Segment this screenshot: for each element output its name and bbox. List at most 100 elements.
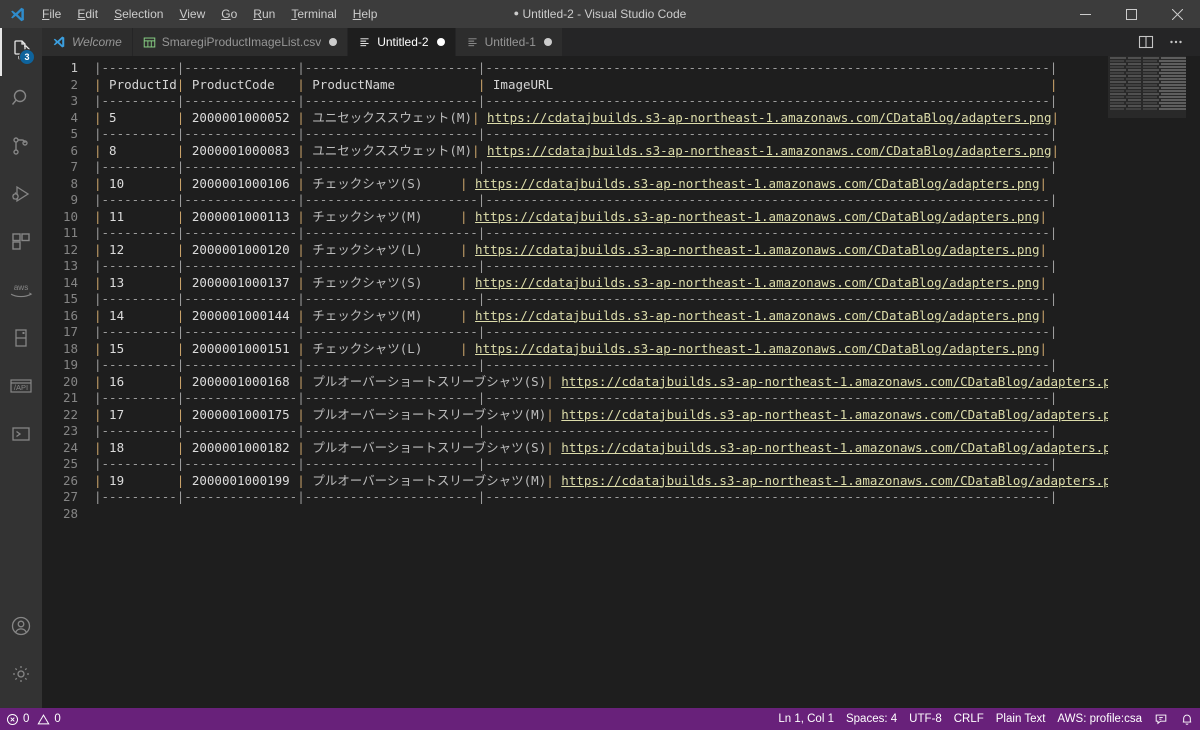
line-number: 25 [42, 456, 94, 473]
code-line: |----------|---------------|------------… [94, 258, 1200, 275]
warning-triangle-icon [37, 713, 50, 726]
status-indentation[interactable]: Spaces: 4 [840, 708, 903, 730]
error-circle-icon [6, 713, 19, 726]
menu-item-help[interactable]: Help [345, 0, 386, 28]
status-problems[interactable]: 0 0 [0, 708, 67, 730]
line-number: 16 [42, 308, 94, 325]
status-language-mode[interactable]: Plain Text [990, 708, 1052, 730]
sidebar-item-aws[interactable]: aws [0, 268, 42, 316]
menu-item-edit[interactable]: Edit [69, 0, 106, 28]
plaintext-icon [466, 36, 479, 49]
sidebar-item-explorer[interactable]: 3 [0, 28, 42, 76]
split-editor-icon[interactable] [1132, 28, 1160, 56]
menu-item-go[interactable]: Go [213, 0, 245, 28]
code-line: | 8 | 2000001000083 | ユニセックススウェット(M)| ht… [94, 143, 1200, 160]
editor-toolbar [1132, 28, 1200, 56]
line-numbers: 1234567891011121314151617181920212223242… [42, 56, 94, 708]
sidebar-item-database[interactable] [0, 316, 42, 364]
menu-item-run[interactable]: Run [245, 0, 283, 28]
status-bar: 0 0 Ln 1, Col 1Spaces: 4UTF-8CRLFPlain T… [0, 708, 1200, 730]
accounts-button[interactable] [0, 604, 42, 652]
code-content[interactable]: |----------|---------------|------------… [94, 56, 1200, 708]
source-control-icon [9, 134, 33, 163]
sidebar-item-run-debug[interactable] [0, 172, 42, 220]
gear-icon [9, 662, 33, 691]
code-line: |----------|---------------|------------… [94, 423, 1200, 440]
bell-icon [1180, 712, 1194, 726]
ellipsis-icon[interactable] [1162, 28, 1190, 56]
editor-tab-untitled-2[interactable]: Untitled-2 [348, 28, 455, 56]
code-line: | 19 | 2000001000199 | プルオーバーショートスリーブシャツ… [94, 473, 1200, 490]
code-line: | 16 | 2000001000168 | プルオーバーショートスリーブシャツ… [94, 374, 1200, 391]
line-number: 15 [42, 291, 94, 308]
line-number: 13 [42, 258, 94, 275]
code-line: |----------|---------------|------------… [94, 357, 1200, 374]
svg-text:/API: /API [14, 383, 28, 392]
status-feedback[interactable] [1148, 708, 1174, 730]
activity-bar: 3 [0, 28, 42, 708]
code-line: | ProductId| ProductCode | ProductName |… [94, 77, 1200, 94]
code-line: |----------|---------------|------------… [94, 225, 1200, 242]
menu-item-view[interactable]: View [171, 0, 213, 28]
vertical-scrollbar[interactable] [1186, 56, 1200, 708]
explorer-badge: 3 [19, 49, 35, 65]
window-title-text: Untitled-2 - Visual Studio Code [522, 7, 686, 21]
line-number: 19 [42, 357, 94, 374]
line-number: 11 [42, 225, 94, 242]
menu-item-selection[interactable]: Selection [106, 0, 171, 28]
line-number: 18 [42, 341, 94, 358]
database-icon [9, 326, 33, 355]
tab-dirty-indicator[interactable] [437, 38, 445, 46]
line-number: 8 [42, 176, 94, 193]
line-number: 2 [42, 77, 94, 94]
tab-dirty-indicator[interactable] [544, 38, 552, 46]
editor-tab-untitled-1[interactable]: Untitled-1 [456, 28, 563, 56]
window-controls [1062, 0, 1200, 28]
code-line: |----------|---------------|------------… [94, 390, 1200, 407]
sidebar-item-api[interactable]: /API [0, 364, 42, 412]
line-number: 1 [42, 60, 94, 77]
editor-tabs-bar: WelcomeSmaregiProductImageList.csv Untitl… [42, 28, 1200, 56]
sidebar-item-search[interactable] [0, 76, 42, 124]
status-bar-right: Ln 1, Col 1Spaces: 4UTF-8CRLFPlain TextA… [772, 708, 1200, 730]
manage-settings-button[interactable] [0, 652, 42, 700]
maximize-button[interactable] [1108, 0, 1154, 28]
title-dirty-dot: ● [514, 8, 519, 18]
title-bar: FileEditSelectionViewGoRunTerminalHelp ●… [0, 0, 1200, 28]
code-line: |----------|---------------|------------… [94, 489, 1200, 506]
menu-bar: FileEditSelectionViewGoRunTerminalHelp [34, 0, 385, 28]
menu-item-terminal[interactable]: Terminal [283, 0, 344, 28]
feedback-icon [1154, 712, 1168, 726]
close-button[interactable] [1154, 0, 1200, 28]
code-line: |----------|---------------|------------… [94, 291, 1200, 308]
search-icon [9, 86, 33, 115]
code-line: |----------|---------------|------------… [94, 456, 1200, 473]
status-encoding[interactable]: UTF-8 [903, 708, 948, 730]
line-number: 5 [42, 126, 94, 143]
editor-tab-welcome[interactable]: Welcome [42, 28, 133, 56]
extensions-icon [9, 230, 33, 259]
sidebar-item-extensions[interactable] [0, 220, 42, 268]
code-line: | 5 | 2000001000052 | ユニセックススウェット(M)| ht… [94, 110, 1200, 127]
sidebar-item-source-control[interactable] [0, 124, 42, 172]
status-cursor-position[interactable]: Ln 1, Col 1 [772, 708, 840, 730]
editor-tab-label: Untitled-2 [377, 35, 428, 49]
minimize-button[interactable] [1062, 0, 1108, 28]
code-line: | 18 | 2000001000182 | プルオーバーショートスリーブシャツ… [94, 440, 1200, 457]
menu-item-file[interactable]: File [34, 0, 69, 28]
status-notifications[interactable] [1174, 708, 1200, 730]
text-editor[interactable]: 1234567891011121314151617181920212223242… [42, 56, 1200, 708]
code-line: | 14 | 2000001000144 | チェックシャツ(M) | http… [94, 308, 1200, 325]
code-line: |----------|---------------|------------… [94, 93, 1200, 110]
sidebar-item-terminal[interactable] [0, 412, 42, 460]
error-count: 0 [23, 713, 29, 725]
editor-tab-smaregiproductimagelist-csv[interactable]: SmaregiProductImageList.csv [133, 28, 348, 56]
code-line: | 15 | 2000001000151 | チェックシャツ(L) | http… [94, 341, 1200, 358]
status-eol[interactable]: CRLF [948, 708, 990, 730]
line-number: 4 [42, 110, 94, 127]
line-number: 28 [42, 506, 94, 523]
code-line: |----------|---------------|------------… [94, 126, 1200, 143]
tab-dirty-indicator[interactable] [329, 38, 337, 46]
code-line: | 13 | 2000001000137 | チェックシャツ(S) | http… [94, 275, 1200, 292]
status-aws-profile[interactable]: AWS: profile:csa [1051, 708, 1148, 730]
